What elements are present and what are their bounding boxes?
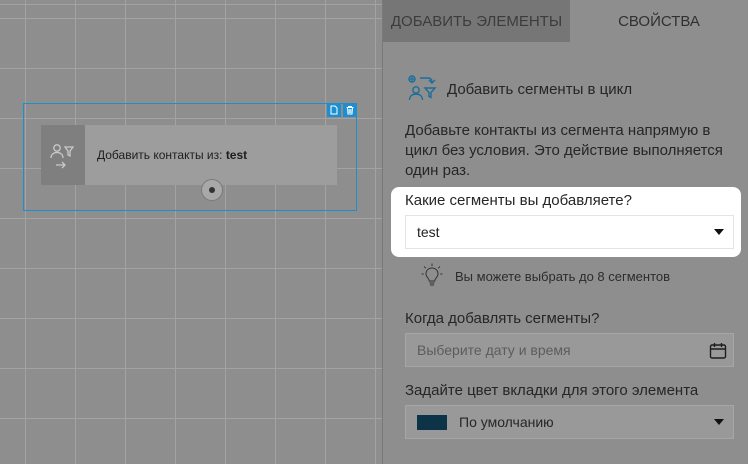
hint-text: Вы можете выбрать до 8 сегментов <box>455 268 671 284</box>
node-value: test <box>225 148 248 162</box>
section-title: Добавить сегменты в цикл <box>447 80 633 98</box>
lightbulb-icon <box>421 263 443 286</box>
calendar-icon[interactable] <box>709 342 727 360</box>
date-placeholder: Выберите дату и время <box>417 342 571 358</box>
properties-panel: ДОБАВИТЬ ЭЛЕМЕНТЫ СВОЙСТВА Добавить сегм… <box>382 0 748 464</box>
color-swatch <box>417 414 447 430</box>
tab-add-elements[interactable]: ДОБАВИТЬ ЭЛЕМЕНТЫ <box>383 0 570 42</box>
tab-properties[interactable]: СВОЙСТВА <box>570 0 748 42</box>
node-actions <box>327 103 357 117</box>
segment-cycle-icon <box>408 75 437 101</box>
segments-hint: Вы можете выбрать до 8 сегментов <box>421 263 670 289</box>
port-dot <box>209 187 215 193</box>
section-header: Добавить сегменты в цикл <box>405 73 632 105</box>
node-card[interactable]: Добавить контакты из: test <box>41 125 337 185</box>
date-label: Когда добавлять сегменты? <box>405 310 600 327</box>
node-label: Добавить контакты из: test <box>97 148 247 162</box>
color-label: Задайте цвет вкладки для этого элемента <box>405 382 699 399</box>
segments-select[interactable]: test <box>405 215 734 249</box>
tab-color-select[interactable]: По умолчанию <box>405 405 734 439</box>
node-text: Добавить контакты из: <box>97 148 223 162</box>
panel-tabs: ДОБАВИТЬ ЭЛЕМЕНТЫ СВОЙСТВА <box>383 0 748 42</box>
delete-node-button[interactable] <box>343 103 357 117</box>
copy-node-button[interactable] <box>327 103 341 117</box>
color-select-value: По умолчанию <box>459 414 554 430</box>
segments-select-value: test <box>417 224 440 240</box>
node-output-port[interactable] <box>201 179 223 201</box>
copy-icon <box>330 105 338 115</box>
trash-icon <box>346 106 354 115</box>
workflow-canvas[interactable]: Добавить контакты из: test <box>0 0 382 464</box>
node-icon-box <box>41 125 85 185</box>
chevron-down-icon <box>714 419 724 425</box>
workflow-node[interactable]: Добавить контакты из: test <box>23 103 357 211</box>
section-description: Добавьте контакты из сегмента напрямую в… <box>405 122 723 179</box>
chevron-down-icon <box>714 229 724 235</box>
segments-label: Какие сегменты вы добавляете? <box>405 192 632 209</box>
date-input[interactable]: Выберите дату и время <box>405 333 734 367</box>
segment-cycle-icon <box>50 144 75 169</box>
